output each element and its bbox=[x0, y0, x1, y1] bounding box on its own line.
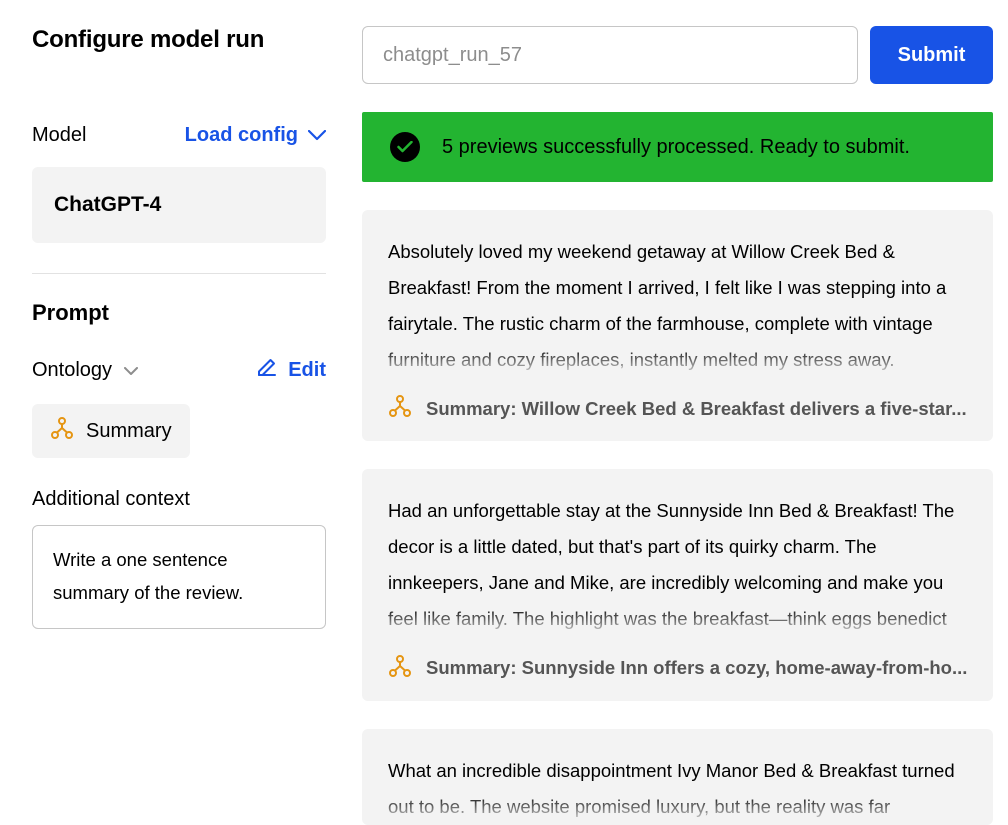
edit-button[interactable]: Edit bbox=[256, 356, 326, 384]
ontology-label: Ontology bbox=[32, 359, 112, 382]
model-label: Model bbox=[32, 124, 86, 147]
preview-text: Absolutely loved my weekend getaway at W… bbox=[388, 234, 967, 378]
preview-text: What an incredible disappointment Ivy Ma… bbox=[388, 753, 967, 825]
preview-card[interactable]: Had an unforgettable stay at the Sunnysi… bbox=[362, 469, 993, 700]
ontology-item-summary[interactable]: Summary bbox=[32, 404, 190, 458]
selected-model-card[interactable]: ChatGPT-4 bbox=[32, 167, 326, 243]
additional-context-input[interactable]: Write a one sentence summary of the revi… bbox=[32, 525, 326, 629]
edit-label: Edit bbox=[288, 359, 326, 382]
prompt-section-title: Prompt bbox=[32, 300, 326, 326]
preview-text: Had an unforgettable stay at the Sunnysi… bbox=[388, 493, 967, 637]
ontology-item-label: Summary bbox=[86, 420, 172, 443]
divider bbox=[32, 273, 326, 274]
check-circle-icon bbox=[390, 132, 420, 162]
preview-card[interactable]: What an incredible disappointment Ivy Ma… bbox=[362, 729, 993, 825]
preview-summary-row: Summary: Sunnyside Inn offers a cozy, ho… bbox=[388, 638, 967, 701]
pencil-icon bbox=[256, 356, 278, 384]
status-message: 5 previews successfully processed. Ready… bbox=[442, 136, 910, 159]
additional-context-label: Additional context bbox=[32, 488, 326, 511]
submit-button[interactable]: Submit bbox=[870, 26, 994, 84]
ontology-tree-icon bbox=[388, 654, 412, 683]
ontology-tree-icon bbox=[50, 416, 74, 446]
preview-summary-text: Summary: Sunnyside Inn offers a cozy, ho… bbox=[426, 657, 967, 679]
previews-list: Absolutely loved my weekend getaway at W… bbox=[362, 210, 993, 825]
preview-summary-row: Summary: Willow Creek Bed & Breakfast de… bbox=[388, 378, 967, 441]
chevron-down-icon bbox=[124, 359, 138, 382]
ontology-tree-icon bbox=[388, 394, 412, 423]
load-config-label: Load config bbox=[185, 124, 298, 147]
preview-summary-text: Summary: Willow Creek Bed & Breakfast de… bbox=[426, 398, 967, 420]
load-config-button[interactable]: Load config bbox=[185, 124, 326, 147]
page-title: Configure model run bbox=[32, 26, 326, 54]
status-banner: 5 previews successfully processed. Ready… bbox=[362, 112, 993, 182]
chevron-down-icon bbox=[308, 124, 326, 147]
run-name-input[interactable]: chatgpt_run_57 bbox=[362, 26, 858, 84]
preview-card[interactable]: Absolutely loved my weekend getaway at W… bbox=[362, 210, 993, 441]
ontology-dropdown[interactable]: Ontology bbox=[32, 359, 138, 382]
